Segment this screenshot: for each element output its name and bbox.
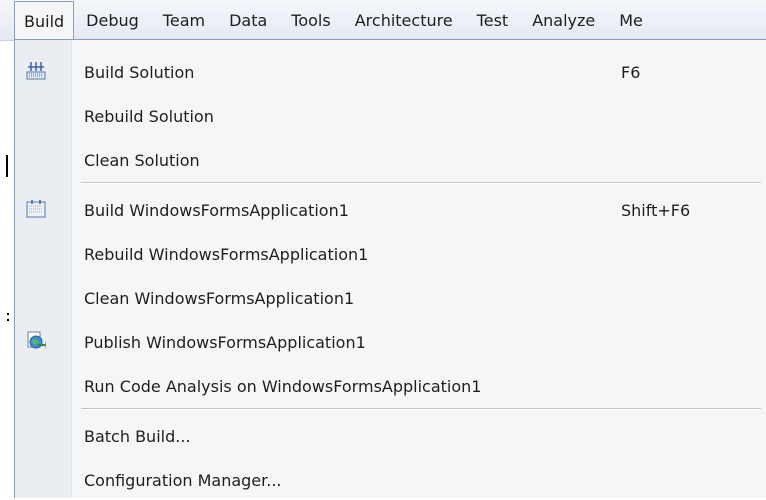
background-mark bbox=[7, 319, 9, 321]
menu-item-clean-project[interactable]: Clean WindowsFormsApplication1 bbox=[15, 278, 766, 318]
menu-more[interactable]: Me bbox=[607, 1, 655, 39]
menu-bar: Build Debug Team Data Tools Architecture… bbox=[0, 0, 766, 41]
menu-item-publish-project[interactable]: Publish WindowsFormsApplication1 bbox=[15, 322, 766, 362]
background-window-edge bbox=[0, 40, 12, 497]
menu-tools[interactable]: Tools bbox=[279, 1, 342, 39]
menu-item-label: Build Solution bbox=[84, 62, 195, 82]
menu-architecture[interactable]: Architecture bbox=[343, 1, 465, 39]
menu-separator bbox=[81, 408, 761, 410]
menu-item-rebuild-solution[interactable]: Rebuild Solution bbox=[15, 96, 766, 136]
menu-item-shortcut: Shift+F6 bbox=[621, 200, 691, 220]
menu-item-batch-build[interactable]: Batch Build... bbox=[15, 416, 766, 456]
build-project-icon bbox=[25, 198, 47, 220]
build-icon bbox=[25, 60, 47, 82]
publish-icon bbox=[25, 330, 47, 352]
menu-item-rebuild-project[interactable]: Rebuild WindowsFormsApplication1 bbox=[15, 234, 766, 274]
menu-item-label: Rebuild Solution bbox=[84, 106, 214, 126]
menu-build[interactable]: Build bbox=[14, 1, 75, 40]
menu-item-build-project[interactable]: Build WindowsFormsApplication1 Shift+F6 bbox=[15, 190, 766, 230]
menu-item-build-solution[interactable]: Build Solution F6 bbox=[15, 52, 766, 92]
menu-item-label: Batch Build... bbox=[84, 426, 191, 446]
menu-item-label: Publish WindowsFormsApplication1 bbox=[84, 332, 366, 352]
menu-item-label: Rebuild WindowsFormsApplication1 bbox=[84, 244, 369, 264]
menu-item-configuration-manager[interactable]: Configuration Manager... bbox=[15, 460, 766, 500]
menu-team[interactable]: Team bbox=[151, 1, 217, 39]
build-menu-dropdown: Build Solution F6 Rebuild Solution Clean… bbox=[14, 39, 766, 498]
background-mark bbox=[7, 313, 9, 315]
menu-item-label: Build WindowsFormsApplication1 bbox=[84, 200, 349, 220]
menu-debug[interactable]: Debug bbox=[74, 1, 151, 39]
menu-item-shortcut: F6 bbox=[621, 62, 641, 82]
menu-item-label: Run Code Analysis on WindowsFormsApplica… bbox=[84, 376, 482, 396]
menu-separator bbox=[81, 182, 761, 184]
menu-item-label: Clean Solution bbox=[84, 150, 200, 170]
menu-test[interactable]: Test bbox=[465, 1, 521, 39]
menu-item-label: Clean WindowsFormsApplication1 bbox=[84, 288, 355, 308]
menu-item-label: Configuration Manager... bbox=[84, 470, 282, 490]
menu-item-clean-solution[interactable]: Clean Solution bbox=[15, 140, 766, 180]
background-mark bbox=[6, 155, 8, 177]
menu-data[interactable]: Data bbox=[217, 1, 279, 39]
menu-item-run-code-analysis[interactable]: Run Code Analysis on WindowsFormsApplica… bbox=[15, 366, 766, 406]
menu-analyze[interactable]: Analyze bbox=[520, 1, 607, 39]
